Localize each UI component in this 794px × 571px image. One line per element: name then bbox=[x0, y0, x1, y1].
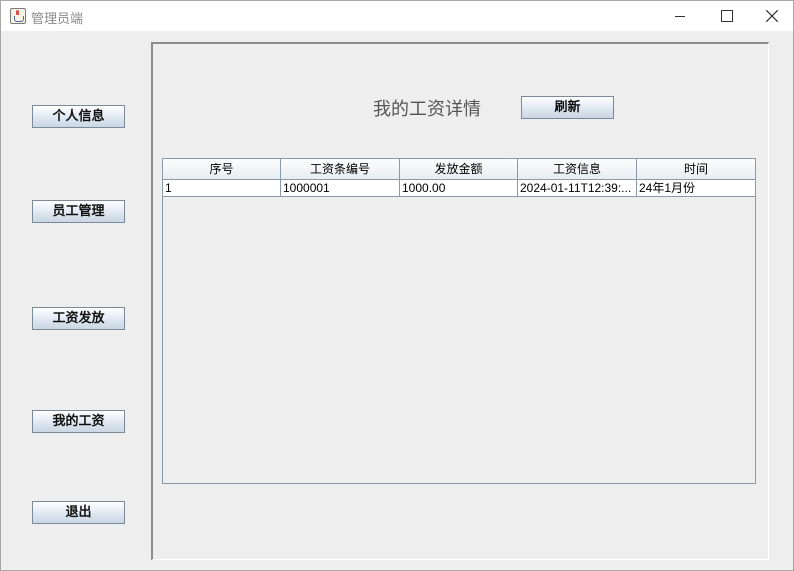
table-row[interactable]: 1 1000001 1000.00 2024-01-11T12:39:... 2… bbox=[163, 180, 755, 197]
page-title: 我的工资详情 bbox=[373, 99, 481, 120]
table-cell[interactable]: 1000001 bbox=[281, 180, 400, 196]
refresh-button[interactable]: 刷新 bbox=[521, 96, 614, 119]
table-header: 序号 工资条编号 发放金额 工资信息 时间 bbox=[163, 159, 755, 180]
window-title: 管理员端 bbox=[31, 12, 84, 27]
java-coffee-cup-icon bbox=[10, 8, 26, 24]
column-header-time[interactable]: 时间 bbox=[637, 159, 755, 180]
sidebar-item-employee-management[interactable]: 员工管理 bbox=[32, 200, 125, 223]
minimize-button[interactable] bbox=[657, 1, 703, 31]
maximize-button[interactable] bbox=[703, 1, 749, 31]
close-button[interactable] bbox=[749, 1, 794, 31]
table-cell[interactable]: 1000.00 bbox=[400, 180, 518, 196]
column-header-slip-number[interactable]: 工资条编号 bbox=[281, 159, 400, 180]
sidebar-item-my-salary[interactable]: 我的工资 bbox=[32, 410, 125, 433]
close-icon bbox=[766, 10, 778, 22]
column-header-amount[interactable]: 发放金额 bbox=[400, 159, 518, 180]
sidebar-item-personal-info[interactable]: 个人信息 bbox=[32, 105, 125, 128]
app-window: 管理员端 个人信息 员工管理 工资发放 我的工资 退出 我的工资详情 刷新 序号… bbox=[0, 0, 794, 571]
table-cell[interactable]: 2024-01-11T12:39:... bbox=[518, 180, 637, 196]
title-bar: 管理员端 bbox=[1, 1, 793, 31]
column-header-salary-info[interactable]: 工资信息 bbox=[518, 159, 637, 180]
salary-table[interactable]: 序号 工资条编号 发放金额 工资信息 时间 1 1000001 1000.00 … bbox=[162, 158, 756, 484]
column-header-index[interactable]: 序号 bbox=[163, 159, 281, 180]
table-cell[interactable]: 24年1月份 bbox=[637, 180, 755, 196]
logout-button[interactable]: 退出 bbox=[32, 501, 125, 524]
table-cell[interactable]: 1 bbox=[163, 180, 281, 196]
sidebar-item-salary-payment[interactable]: 工资发放 bbox=[32, 307, 125, 330]
